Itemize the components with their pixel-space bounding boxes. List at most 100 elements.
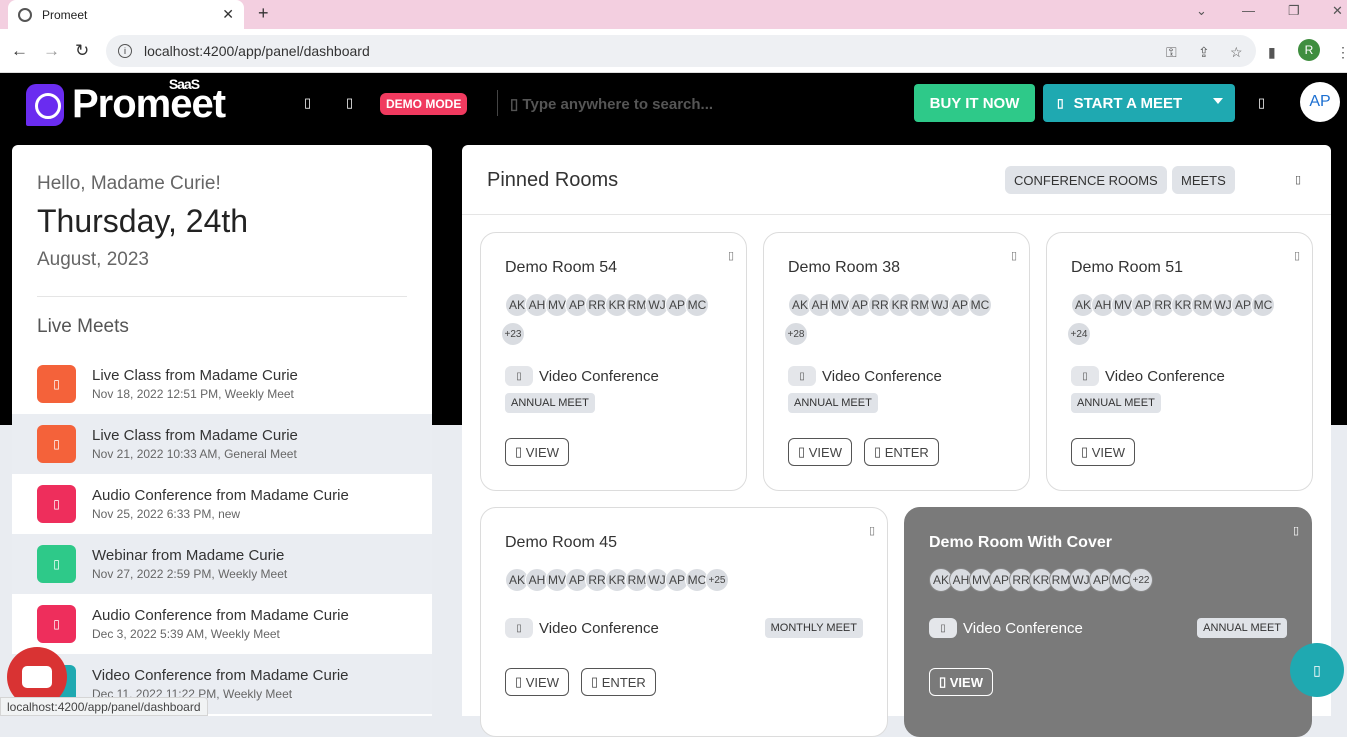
- view-button[interactable]: ▯ VIEW: [1071, 438, 1135, 466]
- view-label: VIEW: [949, 674, 983, 690]
- more-participants-count: +22: [1129, 568, 1153, 592]
- date-day: Thursday, 24th: [37, 203, 249, 239]
- enter-label: ENTER: [601, 674, 646, 690]
- demo-mode-badge[interactable]: DEMO MODE: [380, 93, 468, 115]
- header-search[interactable]: ▯ Type anywhere to search...: [510, 95, 713, 113]
- menu-dots-icon[interactable]: ⋮: [1336, 44, 1347, 61]
- buy-it-now-button[interactable]: BUY IT NOW: [914, 84, 1035, 122]
- room-name: Demo Room 38: [788, 259, 901, 276]
- meet-title: Webinar from Madame Curie: [92, 547, 285, 564]
- key-icon[interactable]: ⚿: [1166, 44, 1177, 61]
- reload-icon[interactable]: ↻: [75, 41, 89, 61]
- meet-subtitle: Nov 25, 2022 6:33 PM, new: [92, 507, 241, 521]
- forward-icon[interactable]: →: [43, 41, 60, 61]
- meet-title: Audio Conference from Madame Curie: [92, 487, 349, 504]
- room-type-label: Video Conference: [539, 619, 659, 637]
- close-tab-icon[interactable]: ✕: [222, 6, 234, 23]
- room-card[interactable]: Demo Room 45 ▯ AK AH MV AP RR KR RM WJ AP MC +25 ▯…: [480, 507, 888, 737]
- room-name: Demo Room With Cover: [929, 534, 1112, 551]
- participant-avatar: MC: [968, 293, 992, 317]
- view-button[interactable]: ▯ VIEW: [788, 438, 852, 466]
- pin-icon[interactable]: ▯: [869, 524, 875, 537]
- filter-conference-rooms[interactable]: CONFERENCE ROOMS: [1005, 166, 1167, 194]
- tab-title: Promeet: [42, 7, 88, 22]
- live-meet-item[interactable]: ▯ Audio Conference from Madame Curie Nov…: [12, 474, 432, 534]
- live-meet-item[interactable]: ▯ Webinar from Madame Curie Nov 27, 2022…: [12, 534, 432, 594]
- meet-subtitle: Nov 18, 2022 12:51 PM, Weekly Meet: [92, 387, 294, 401]
- browser-tab[interactable]: Promeet ✕: [8, 0, 244, 29]
- eye-icon: ▯: [939, 674, 950, 689]
- pin-icon[interactable]: ▯: [1011, 249, 1017, 262]
- promeet-logo[interactable]: Promeet SaaS: [26, 76, 226, 127]
- logo-text: Promeet: [72, 82, 226, 126]
- view-button[interactable]: ▯ VIEW: [929, 668, 993, 696]
- participant-avatars: AK AH MV AP RR KR RM WJ AP MC +23: [501, 293, 725, 351]
- meet-subtitle: Nov 27, 2022 2:59 PM, Weekly Meet: [92, 567, 288, 581]
- live-meet-item[interactable]: ▯ Live Class from Madame Curie Nov 21, 2…: [12, 414, 432, 474]
- meet-subtitle: Dec 3, 2022 5:39 AM, Weekly Meet: [92, 627, 280, 641]
- logo-mark-icon: [26, 83, 64, 126]
- room-card[interactable]: Demo Room 51 ▯ AK AH MV AP RR KR RM WJ AP MC +24 ▯…: [1046, 232, 1313, 491]
- site-info-icon[interactable]: i: [118, 44, 132, 58]
- meet-type-icon: ▯: [37, 425, 76, 463]
- bookmark-star-icon[interactable]: ☆: [1230, 44, 1243, 61]
- tab-search-icon[interactable]: ⌄: [1196, 3, 1207, 19]
- pinned-rooms-title: Pinned Rooms: [487, 169, 619, 191]
- share-icon[interactable]: ⇪: [1198, 44, 1210, 61]
- search-icon: ▯: [510, 96, 523, 113]
- room-type: ▯ Video Conference: [788, 366, 942, 386]
- enter-button[interactable]: ▯ ENTER: [581, 668, 656, 696]
- room-type: ▯ Video Conference: [1071, 366, 1225, 386]
- meet-tag: ANNUAL MEET: [505, 393, 595, 413]
- dropdown-caret-icon[interactable]: [1213, 98, 1223, 104]
- back-icon[interactable]: ←: [11, 41, 28, 61]
- participant-avatars: AK AH MV AP RR KR RM WJ AP MC +25: [505, 568, 885, 597]
- window-close-icon[interactable]: ✕: [1332, 3, 1343, 19]
- fab-icon: ▯: [1313, 661, 1321, 678]
- logo-badge: SaaS: [168, 76, 200, 92]
- view-label: VIEW: [808, 444, 842, 460]
- room-card[interactable]: Demo Room With Cover ▯ AK AH MV AP RR KR RM WJ A…: [904, 507, 1312, 737]
- more-options-icon[interactable]: ▯: [1295, 173, 1301, 186]
- header-divider: [497, 90, 498, 116]
- enter-button[interactable]: ▯ ENTER: [864, 438, 939, 466]
- view-label: VIEW: [1091, 444, 1125, 460]
- expand-icon[interactable]: ▯: [304, 95, 311, 111]
- floating-action-button[interactable]: ▯: [1290, 643, 1344, 697]
- start-label: START A MEET: [1073, 94, 1183, 112]
- room-card[interactable]: Demo Room 38 ▯ AK AH MV AP RR KR RM WJ AP MC +28 ▯…: [763, 232, 1030, 491]
- view-button[interactable]: ▯ VIEW: [505, 668, 569, 696]
- view-button[interactable]: ▯ VIEW: [505, 438, 569, 466]
- more-participants-count: +28: [784, 322, 808, 346]
- restore-icon[interactable]: ❐: [1288, 3, 1300, 19]
- meet-type-icon: ▯: [37, 545, 76, 583]
- profile-avatar[interactable]: R: [1298, 39, 1320, 61]
- minimize-icon[interactable]: —: [1242, 3, 1255, 18]
- side-panel-icon[interactable]: ▮: [1268, 44, 1276, 61]
- participant-avatars: AK AH MV AP RR KR RM WJ AP MC +28: [784, 293, 1008, 351]
- live-meet-item[interactable]: ▯ Live Class from Madame Curie Nov 18, 2…: [12, 354, 432, 414]
- room-card[interactable]: Demo Room 54 ▯ AK AH MV AP RR KR RM WJ AP MC +23 ▯…: [480, 232, 747, 491]
- view-label: VIEW: [525, 444, 559, 460]
- greeting: Hello, Madame Curie!: [37, 173, 221, 194]
- pin-icon[interactable]: ▯: [728, 249, 734, 262]
- video-icon: ▯: [505, 366, 533, 386]
- theme-icon[interactable]: ▯: [346, 95, 353, 111]
- url-field[interactable]: i localhost:4200/app/panel/dashboard: [106, 35, 1256, 67]
- notification-icon[interactable]: ▯: [1258, 95, 1265, 111]
- room-name: Demo Room 54: [505, 259, 618, 276]
- eye-icon: ▯: [798, 444, 809, 459]
- meet-type-icon: ▯: [37, 605, 76, 643]
- live-meet-item[interactable]: ▯ Audio Conference from Madame Curie Dec…: [12, 594, 432, 654]
- pin-icon[interactable]: ▯: [1294, 249, 1300, 262]
- start-a-meet-button[interactable]: ▯ START A MEET: [1043, 84, 1235, 122]
- live-meets-title: Live Meets: [37, 316, 129, 337]
- filter-meets[interactable]: MEETS: [1172, 166, 1235, 194]
- more-participants-count: +23: [501, 322, 525, 346]
- participant-avatar: MC: [1251, 293, 1275, 317]
- room-type-label: Video Conference: [822, 367, 942, 385]
- pin-icon[interactable]: ▯: [1293, 524, 1299, 537]
- enter-icon: ▯: [874, 444, 885, 459]
- user-avatar[interactable]: AP: [1300, 82, 1340, 122]
- new-tab-button[interactable]: +: [258, 3, 269, 24]
